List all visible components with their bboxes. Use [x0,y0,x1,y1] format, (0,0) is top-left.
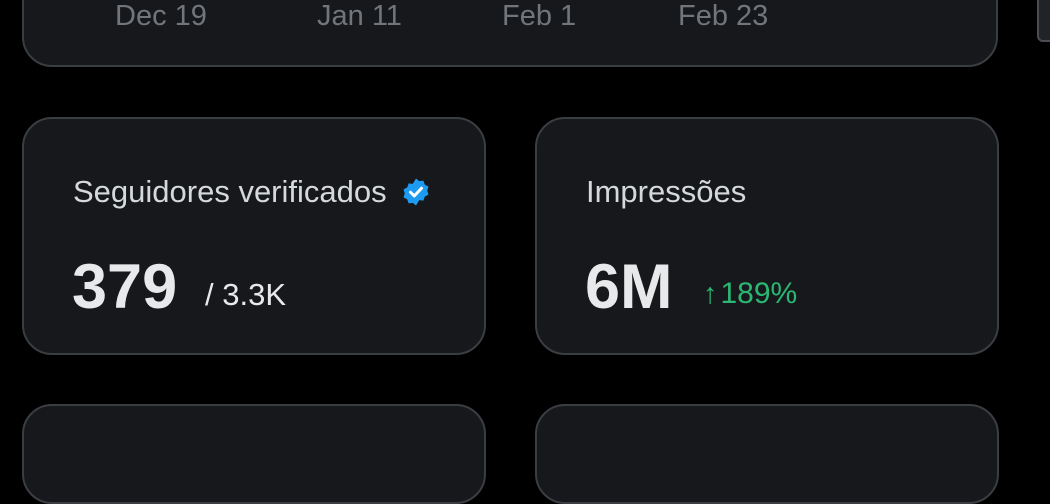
impressions-card[interactable]: Impressões 6M ↑ 189% [535,117,999,355]
impressions-delta-value: 189% [720,277,798,310]
impressions-label: Impressões [586,174,747,209]
verified-followers-card[interactable]: Seguidores verificados 379 / 3.3K [22,117,486,355]
stat-card-partial[interactable] [22,404,486,504]
impressions-value: 6M [585,252,673,322]
stat-card-partial[interactable] [535,404,999,504]
x-axis-tick-label: Dec 19 [115,0,207,32]
scrollbar-thumb[interactable] [1037,0,1050,42]
verified-followers-label: Seguidores verificados [73,174,387,209]
arrow-up-icon: ↑ [703,277,718,310]
chart-card: Dec 19 Jan 11 Feb 1 Feb 23 [22,0,998,67]
impressions-delta: ↑ 189% [703,279,797,309]
impressions-title: Impressões [586,176,746,207]
verified-badge-icon [401,177,431,207]
verified-followers-title: Seguidores verificados [73,176,431,207]
x-axis-tick-label: Jan 11 [317,0,402,32]
x-axis-tick-label: Feb 23 [678,0,769,32]
verified-followers-total: / 3.3K [205,277,286,312]
verified-followers-value: 379 [72,252,178,322]
x-axis-tick-label: Feb 1 [502,0,577,32]
